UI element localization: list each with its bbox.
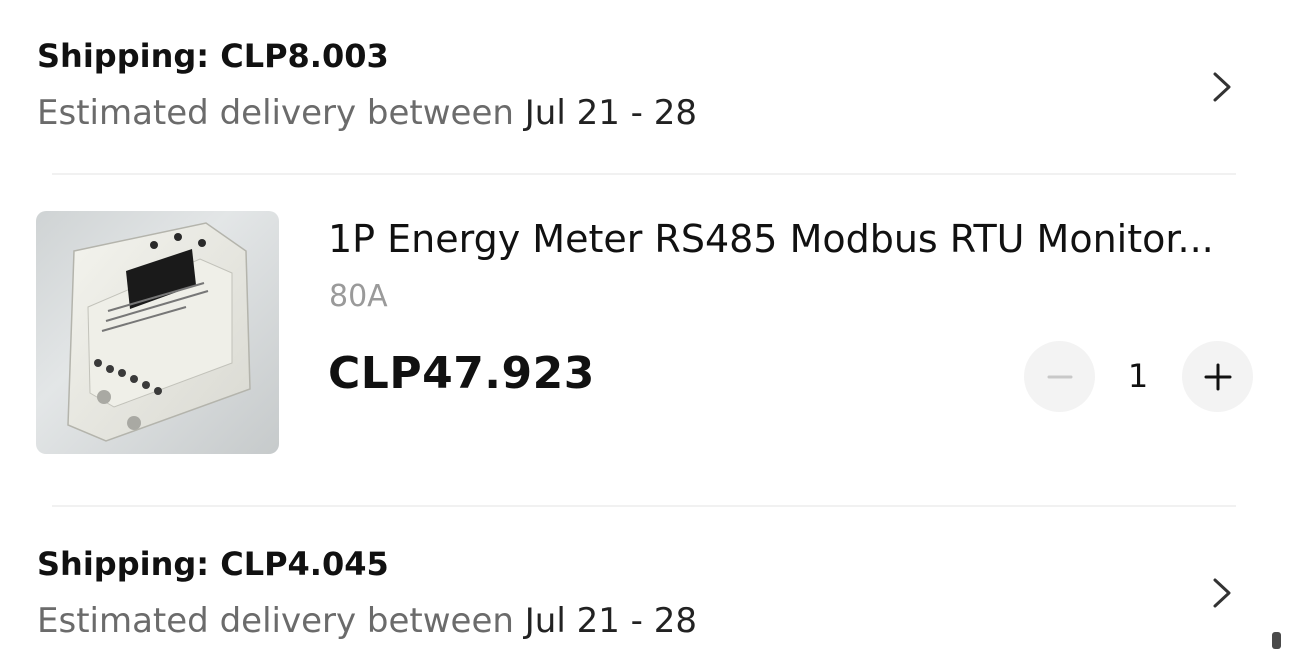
product-title[interactable]: 1P Energy Meter RS485 Modbus RTU Monitor… — [328, 214, 1228, 264]
shipping-cost-line: Shipping: CLP4.045 — [37, 544, 389, 584]
plus-icon — [1182, 360, 1253, 394]
shipping-cost-line: Shipping: CLP8.003 — [37, 36, 389, 76]
shipping-section-1[interactable]: Shipping: CLP8.003 Estimated delivery be… — [0, 0, 1290, 140]
shipping-amount: CLP8.003 — [220, 37, 389, 75]
shipping-label: Shipping: — [37, 545, 221, 583]
energy-meter-photo — [67, 222, 251, 442]
shipping-section-2[interactable]: Shipping: CLP4.045 Estimated delivery be… — [0, 510, 1290, 650]
shipping-amount: CLP4.045 — [220, 545, 389, 583]
chevron-right-icon[interactable] — [1205, 70, 1239, 104]
quantity-value: 1 — [1127, 357, 1149, 395]
minus-icon — [1024, 361, 1095, 393]
increase-quantity-button[interactable] — [1182, 341, 1253, 412]
delivery-estimate-dates: Jul 21 - 28 — [524, 601, 697, 641]
delivery-estimate-prefix: Estimated delivery between — [37, 601, 525, 641]
divider — [52, 505, 1236, 507]
delivery-estimate: Estimated delivery between Jul 21 - 28 — [37, 92, 697, 134]
product-price: CLP47.923 — [328, 348, 595, 399]
decrease-quantity-button[interactable] — [1024, 341, 1095, 412]
chevron-right-icon[interactable] — [1205, 576, 1239, 610]
product-image[interactable] — [36, 211, 279, 454]
scrollbar-thumb[interactable] — [1272, 632, 1281, 649]
delivery-estimate-dates: Jul 21 - 28 — [524, 93, 697, 133]
delivery-estimate-prefix: Estimated delivery between — [37, 93, 525, 133]
delivery-estimate: Estimated delivery between Jul 21 - 28 — [37, 600, 697, 642]
product-variant[interactable]: 80A — [329, 278, 388, 316]
divider — [52, 173, 1236, 175]
shipping-label: Shipping: — [37, 37, 221, 75]
